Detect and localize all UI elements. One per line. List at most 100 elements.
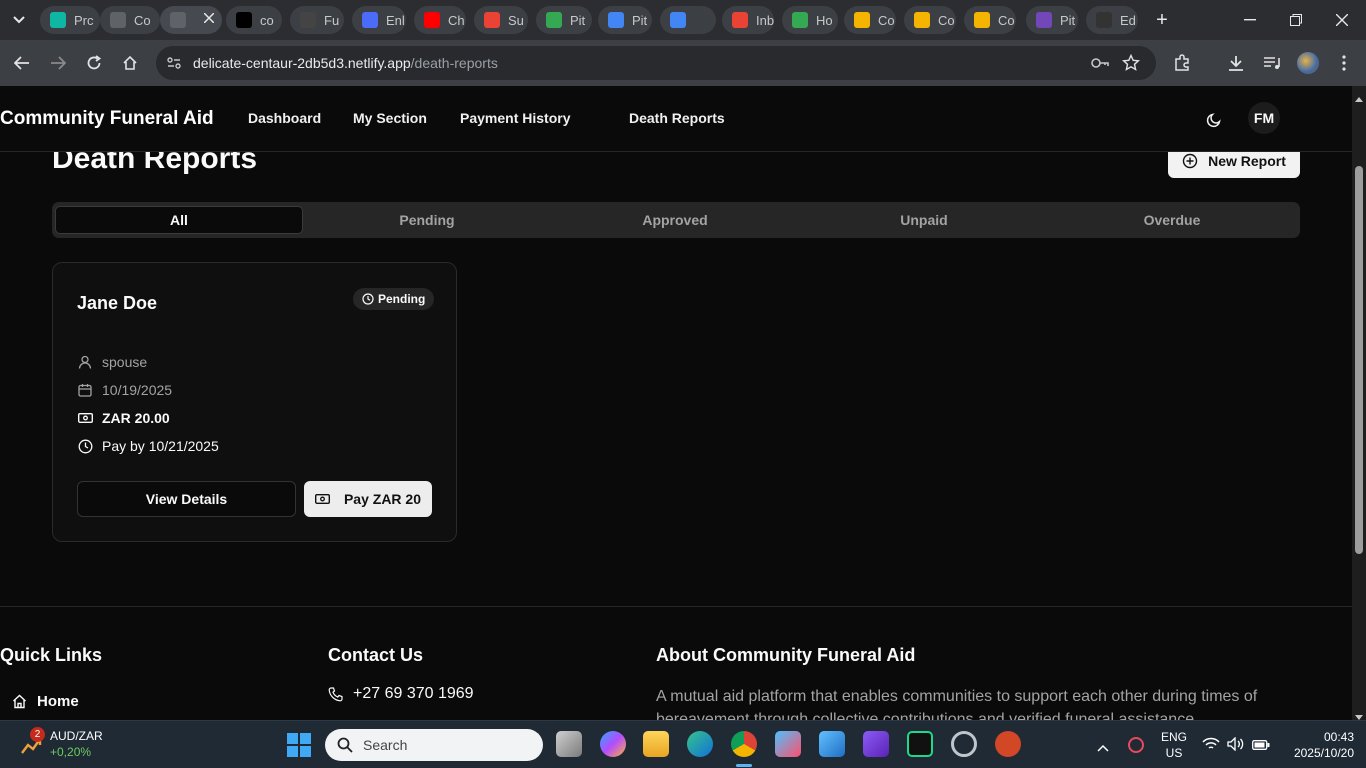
nav-dashboard[interactable]: Dashboard [248,110,321,126]
windows-start-icon[interactable] [287,733,311,757]
tab-overdue[interactable]: Overdue [1048,206,1296,234]
pay-label: Pay ZAR 20 [343,491,422,507]
tab-title: Enl [386,12,405,28]
tab-favicon-icon [914,12,930,28]
download-icon[interactable] [1222,49,1250,77]
language-bottom[interactable]: US [1160,746,1188,760]
browser-tab[interactable] [660,6,716,34]
tray-app-icon[interactable] [1128,737,1144,753]
chrome-icon[interactable] [731,731,757,757]
tab-title: co [260,12,274,28]
tab-search-icon[interactable] [8,10,30,30]
death-report-card: Jane Doe Pending spouse 10/19/2025 ZAR 2… [52,262,457,542]
profile-avatar[interactable] [1297,52,1319,74]
clock-date[interactable]: 2025/10/20 [1280,746,1354,760]
tab-favicon-icon [170,12,186,28]
tab-favicon-icon [608,12,624,28]
bookmark-star-icon[interactable] [1121,53,1141,72]
clipchamp-icon[interactable] [863,731,889,757]
browser-tab[interactable]: co [226,6,282,34]
battery-icon[interactable] [1252,738,1270,756]
stock-widget[interactable]: 2 AUD/ZAR +0,20% [18,727,138,763]
brand-logo-text[interactable]: Community Funeral Aid [0,108,214,130]
browser-menu-icon[interactable] [1330,49,1358,77]
pycharm-icon[interactable] [907,731,933,757]
browser-tab[interactable]: Pit [536,6,592,34]
browser-tab[interactable] [160,6,222,34]
edge-icon[interactable] [687,731,713,757]
about-heading: About Community Funeral Aid [656,645,916,665]
nav-my-section[interactable]: My Section [353,110,427,126]
browser-tab[interactable]: Ho [782,6,838,34]
browser-tab[interactable]: Inb [722,6,774,34]
scroll-up-arrow-icon[interactable] [1355,89,1363,107]
tab-approved[interactable]: Approved [551,206,799,234]
tab-pending[interactable]: Pending [303,206,551,234]
powerpoint-icon[interactable] [995,731,1021,757]
tab-favicon-icon [424,12,440,28]
amount-row: ZAR 20.00 [77,410,170,426]
browser-tab[interactable]: Su [474,6,528,34]
tray-overflow-chevron-icon[interactable] [1097,739,1109,757]
banknote-icon [77,410,93,426]
pay-button[interactable]: Pay ZAR 20 [304,481,432,517]
forward-icon[interactable] [44,49,72,77]
browser-tab[interactable]: Ed [1086,6,1138,34]
moon-icon[interactable] [1202,108,1226,132]
extensions-icon[interactable] [1168,49,1196,77]
volume-icon[interactable] [1227,736,1245,756]
tab-favicon-icon [110,12,126,28]
browser-tab[interactable]: Enl [352,6,406,34]
task-view-icon[interactable] [556,731,582,757]
copilot-icon[interactable] [600,731,626,757]
clock-time[interactable]: 00:43 [1280,730,1354,744]
minimize-icon[interactable] [1238,8,1262,32]
home-icon[interactable] [116,49,144,77]
nav-death-reports[interactable]: Death Reports [629,110,725,126]
media-control-icon[interactable] [1258,49,1286,77]
browser-tab[interactable]: Co [904,6,956,34]
banknote-icon [314,493,330,505]
reload-icon[interactable] [80,49,108,77]
address-bar[interactable]: delicate-centaur-2db5d3.netlify.app/deat… [156,46,1156,80]
clock-icon [77,438,93,454]
search-icon [337,737,353,753]
tab-unpaid[interactable]: Unpaid [800,206,1048,234]
page-scrollbar[interactable] [1352,86,1366,720]
taskbar-search[interactable]: Search [325,729,543,761]
tab-all[interactable]: All [55,206,303,234]
snipping-tool-icon[interactable] [775,731,801,757]
tab-favicon-icon [300,12,316,28]
password-key-icon[interactable] [1090,54,1110,72]
restore-icon[interactable] [1284,8,1308,32]
site-info-icon[interactable] [166,55,182,71]
phone-number: +27 69 370 1969 [353,685,474,702]
browser-tab[interactable]: Fu [290,6,344,34]
browser-tab[interactable]: Prc [40,6,100,34]
app-ring-icon[interactable] [951,731,977,757]
tab-title: Co [998,12,1015,28]
url-path: /death-reports [410,55,498,71]
browser-tab[interactable]: Co [844,6,896,34]
footer-link-home[interactable]: Home [12,693,79,710]
nav-payment-history[interactable]: Payment History [460,110,570,126]
browser-tab[interactable]: Ch [414,6,466,34]
browser-tab[interactable]: Pit [598,6,652,34]
close-tab-icon[interactable] [204,13,214,23]
wifi-icon[interactable] [1202,737,1220,756]
new-tab-button[interactable]: + [1150,8,1174,32]
photos-icon[interactable] [819,731,845,757]
app-navbar: Community Funeral Aid Dashboard My Secti… [0,86,1352,152]
language-top[interactable]: ENG [1160,730,1188,744]
browser-tab[interactable]: Co [964,6,1016,34]
browser-tab[interactable]: Pit [1026,6,1078,34]
contact-phone[interactable]: +27 69 370 1969 [328,685,474,703]
relation-row: spouse [77,354,147,370]
scrollbar-thumb[interactable] [1355,166,1363,554]
back-icon[interactable] [8,49,36,77]
close-window-icon[interactable] [1330,8,1354,32]
browser-tab[interactable]: Co [100,6,160,34]
file-explorer-icon[interactable] [643,731,669,757]
view-details-button[interactable]: View Details [77,481,296,517]
user-avatar[interactable]: FM [1248,102,1280,134]
